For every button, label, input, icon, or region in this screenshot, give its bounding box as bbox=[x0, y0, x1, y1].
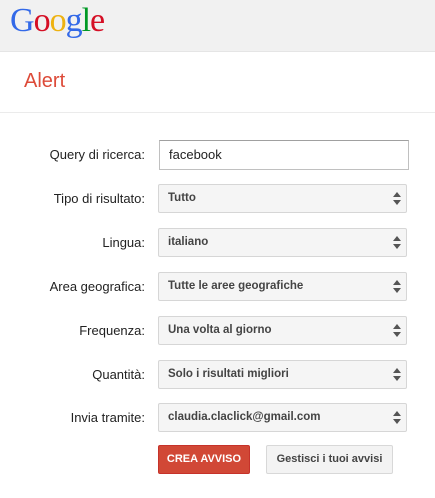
language-row: Lingua: italiano bbox=[0, 228, 435, 258]
result-type-label: Tipo di risultato: bbox=[53, 191, 145, 206]
deliver-to-row: Invia tramite: claudia.claclick@gmail.co… bbox=[0, 403, 435, 433]
select-arrows-icon bbox=[393, 236, 401, 250]
logo-letter: o bbox=[33, 2, 51, 39]
select-arrows-icon bbox=[393, 192, 401, 206]
region-value: Tutte le aree geografiche bbox=[168, 280, 304, 292]
language-value: italiano bbox=[168, 236, 209, 248]
create-alert-button[interactable]: CREA AVVISO bbox=[158, 445, 250, 474]
manage-alerts-button[interactable]: Gestisci i tuoi avvisi bbox=[266, 445, 393, 474]
frequency-row: Frequenza: Una volta al giorno bbox=[0, 316, 435, 346]
page-title: Alert bbox=[24, 70, 66, 92]
select-arrows-icon bbox=[393, 411, 401, 425]
deliver-to-value: claudia.claclick@gmail.com bbox=[168, 411, 321, 423]
select-arrows-icon bbox=[393, 280, 401, 294]
logo-letter: o bbox=[49, 2, 67, 39]
deliver-to-label: Invia tramite: bbox=[70, 410, 145, 425]
quantity-select[interactable]: Solo i risultati migliori bbox=[158, 360, 407, 389]
title-bar: Alert bbox=[0, 53, 435, 113]
logo-letter: g bbox=[65, 2, 83, 39]
top-bar: Google bbox=[0, 0, 435, 52]
language-select[interactable]: italiano bbox=[158, 228, 407, 257]
frequency-label: Frequenza: bbox=[79, 323, 145, 338]
quantity-label: Quantità: bbox=[92, 367, 145, 382]
query-label: Query di ricerca: bbox=[49, 147, 145, 162]
result-type-value: Tutto bbox=[168, 192, 196, 204]
region-row: Area geografica: Tutte le aree geografic… bbox=[0, 272, 435, 302]
result-type-row: Tipo di risultato: Tutto bbox=[0, 184, 435, 214]
query-row: Query di ricerca: facebook bbox=[0, 140, 435, 170]
google-logo[interactable]: Google bbox=[10, 2, 105, 39]
quantity-value: Solo i risultati migliori bbox=[168, 368, 289, 380]
select-arrows-icon bbox=[393, 368, 401, 382]
select-arrows-icon bbox=[393, 324, 401, 338]
logo-letter: l bbox=[81, 2, 92, 39]
logo-letter: e bbox=[90, 2, 105, 39]
logo-letter: G bbox=[10, 2, 35, 39]
quantity-row: Quantità: Solo i risultati migliori bbox=[0, 360, 435, 390]
frequency-value: Una volta al giorno bbox=[168, 324, 272, 336]
frequency-select[interactable]: Una volta al giorno bbox=[158, 316, 407, 345]
region-select[interactable]: Tutte le aree geografiche bbox=[158, 272, 407, 301]
language-label: Lingua: bbox=[102, 235, 145, 250]
region-label: Area geografica: bbox=[49, 279, 145, 294]
query-input[interactable]: facebook bbox=[159, 140, 409, 170]
result-type-select[interactable]: Tutto bbox=[158, 184, 407, 213]
deliver-to-select[interactable]: claudia.claclick@gmail.com bbox=[158, 403, 407, 432]
